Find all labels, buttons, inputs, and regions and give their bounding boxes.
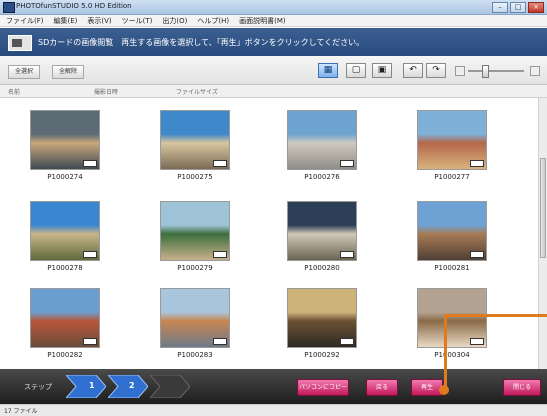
callout-line — [444, 314, 547, 393]
photo-caption: P1000274 — [47, 173, 83, 181]
instruction-banner: SDカードの画像閲覧 再生する画像を選択して、「再生」ボタンをクリックしてくださ… — [0, 28, 547, 56]
callout-dot — [439, 385, 449, 395]
zoom-out-icon[interactable] — [455, 66, 465, 76]
column-header: 名前 撮影日時 ファイルサイズ — [0, 85, 547, 98]
title-bar: PHOTOfunSTUDIO 5.0 HD Edition – □ × — [0, 0, 547, 15]
photo-caption: P1000277 — [434, 173, 470, 181]
file-type-badge-icon — [470, 251, 484, 258]
zoom-slider-handle[interactable] — [482, 65, 489, 78]
toolbar: 全選択 全解除 ▦ ▢ ▣ ↶ ↷ — [0, 56, 547, 85]
photo-thumbnail[interactable] — [160, 110, 230, 170]
copy-to-pc-button[interactable]: パソコンにコピー — [297, 379, 349, 396]
column-date[interactable]: 撮影日時 — [94, 87, 118, 96]
menu-output[interactable]: 出力(O) — [162, 15, 187, 26]
close-window-button[interactable]: × — [528, 2, 544, 13]
photo-thumbnail[interactable] — [160, 201, 230, 261]
file-type-badge-icon — [340, 251, 354, 258]
window-controls: – □ × — [492, 2, 544, 13]
maximize-button[interactable]: □ — [510, 2, 526, 13]
zoom-in-icon[interactable] — [530, 66, 540, 76]
file-type-badge-icon — [213, 338, 227, 345]
step-3-chevron — [150, 375, 190, 398]
photo-thumbnail[interactable] — [287, 288, 357, 348]
photo-caption: P1000282 — [47, 351, 83, 359]
status-bar: 17 ファイル — [0, 404, 547, 416]
photo-caption: P1000275 — [177, 173, 213, 181]
file-type-badge-icon — [470, 160, 484, 167]
zoom-slider-track[interactable] — [468, 70, 524, 72]
file-type-badge-icon — [213, 251, 227, 258]
scrollbar-thumb[interactable] — [540, 158, 546, 258]
info-view-icon[interactable]: ▣ — [372, 63, 392, 78]
photo-thumbnail[interactable] — [30, 288, 100, 348]
file-type-badge-icon — [213, 160, 227, 167]
file-type-badge-icon — [83, 160, 97, 167]
photo-caption: P1000281 — [434, 264, 470, 272]
select-all-button[interactable]: 全選択 — [8, 65, 41, 79]
menu-bar: ファイル(F) 編集(E) 表示(V) ツール(T) 出力(O) ヘルプ(H) … — [0, 15, 547, 27]
photo-caption: P1000278 — [47, 264, 83, 272]
rotate-left-icon[interactable]: ↶ — [403, 63, 423, 78]
minimize-button[interactable]: – — [492, 2, 508, 13]
photo-thumbnail[interactable] — [417, 201, 487, 261]
app-icon — [3, 2, 15, 13]
photo-caption: P1000276 — [304, 173, 340, 181]
play-button[interactable]: 再生 — [411, 379, 443, 396]
photo-thumbnail[interactable] — [287, 110, 357, 170]
menu-help[interactable]: ヘルプ(H) — [197, 15, 229, 26]
photo-caption: P1000280 — [304, 264, 340, 272]
photo-thumbnail[interactable] — [417, 110, 487, 170]
rotate-right-icon[interactable]: ↷ — [426, 63, 446, 78]
file-type-badge-icon — [83, 338, 97, 345]
photo-thumbnail[interactable] — [30, 110, 100, 170]
photo-caption: P1000292 — [304, 351, 340, 359]
photo-caption: P1000283 — [177, 351, 213, 359]
menu-file[interactable]: ファイル(F) — [6, 15, 44, 26]
step-1-number: 1 — [89, 381, 95, 390]
menu-screen-guide[interactable]: 画面説明書(M) — [239, 15, 286, 26]
deselect-all-button[interactable]: 全解除 — [52, 65, 85, 79]
photo-thumbnail[interactable] — [160, 288, 230, 348]
back-button[interactable]: 戻る — [366, 379, 398, 396]
file-type-badge-icon — [340, 160, 354, 167]
file-type-badge-icon — [83, 251, 97, 258]
grid-view-icon[interactable]: ▦ — [318, 63, 338, 78]
step-2-number: 2 — [129, 381, 135, 390]
column-name[interactable]: 名前 — [8, 87, 20, 96]
step-label: ステップ — [24, 383, 52, 391]
window-title: PHOTOfunSTUDIO 5.0 HD Edition — [16, 2, 132, 10]
photo-thumbnail[interactable] — [287, 201, 357, 261]
menu-tools[interactable]: ツール(T) — [122, 15, 153, 26]
single-view-icon[interactable]: ▢ — [346, 63, 366, 78]
file-type-badge-icon — [340, 338, 354, 345]
sd-card-viewer-icon — [8, 35, 32, 51]
step-1-chevron — [66, 375, 106, 398]
file-count: 17 ファイル — [4, 408, 38, 415]
menu-edit[interactable]: 編集(E) — [54, 15, 78, 26]
step-2-chevron — [108, 375, 148, 398]
instruction-text: SDカードの画像閲覧 再生する画像を選択して、「再生」ボタンをクリックしてくださ… — [38, 38, 365, 47]
photo-caption: P1000279 — [177, 264, 213, 272]
menu-view[interactable]: 表示(V) — [87, 15, 111, 26]
photo-thumbnail[interactable] — [30, 201, 100, 261]
column-size[interactable]: ファイルサイズ — [176, 87, 218, 96]
